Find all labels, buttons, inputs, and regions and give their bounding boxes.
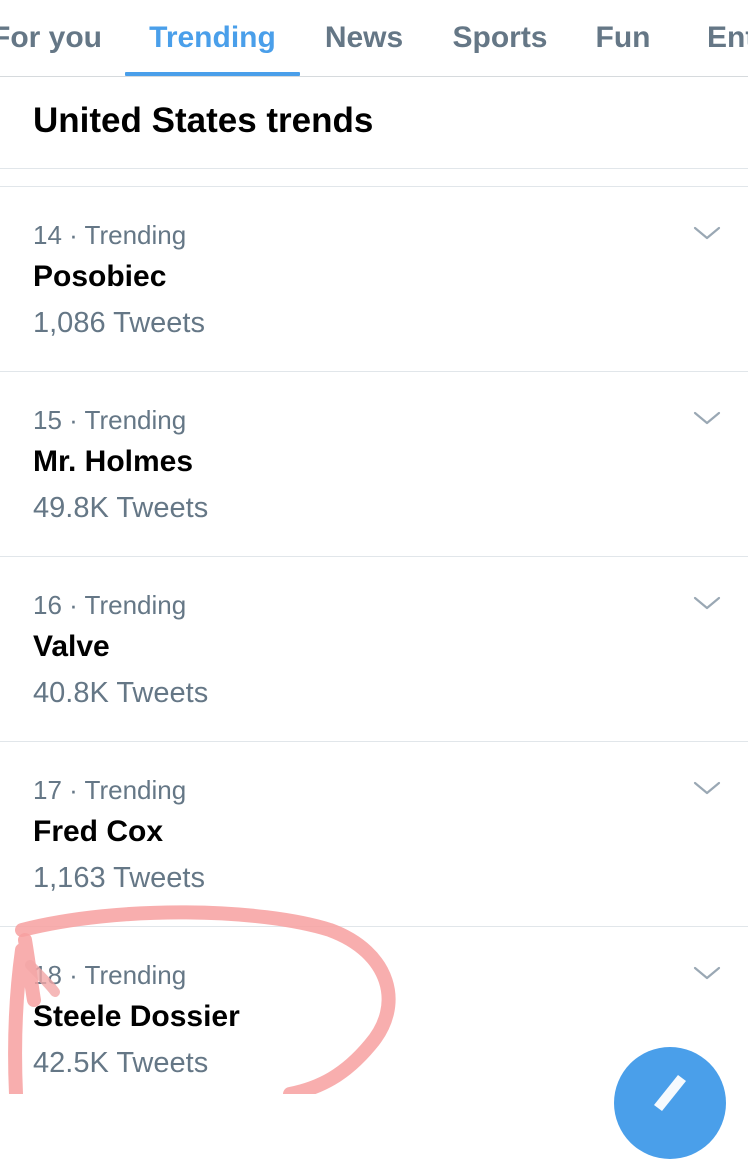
trend-rank-label: 18 · Trending <box>33 960 187 990</box>
trend-name: Valve <box>33 630 110 663</box>
chevron-down-icon[interactable] <box>692 408 722 428</box>
trend-tweet-count: 1,086 Tweets <box>33 307 205 339</box>
chevron-down-icon[interactable] <box>692 778 722 798</box>
trend-tweet-count: 42.5K Tweets <box>33 1047 209 1079</box>
chevron-down-icon[interactable] <box>692 223 722 243</box>
trend-name: Steele Dossier <box>33 1000 240 1033</box>
trend-name: Posobiec <box>33 260 167 293</box>
trend-name: Fred Cox <box>33 815 164 848</box>
chevron-down-icon[interactable] <box>692 593 722 613</box>
trend-item[interactable]: 17 · Trending Fred Cox 1,163 Tweets <box>0 742 748 927</box>
tab-news[interactable]: News <box>310 0 418 76</box>
explore-tab-bar: For you Trending News Sports Fun Ent <box>0 0 748 77</box>
trend-rank-label: 14 · Trending <box>33 220 187 250</box>
tab-entertainment[interactable]: Ent <box>700 0 748 76</box>
trend-item[interactable]: 15 · Trending Mr. Holmes 49.8K Tweets <box>0 372 748 557</box>
trend-tweet-count: 40.8K Tweets <box>33 677 209 709</box>
tab-fun[interactable]: Fun <box>582 0 664 76</box>
section-divider <box>0 169 748 187</box>
trend-rank-label: 15 · Trending <box>33 405 187 435</box>
chevron-down-icon[interactable] <box>692 963 722 983</box>
trend-rank-label: 17 · Trending <box>33 775 187 805</box>
trend-rank-label: 16 · Trending <box>33 590 187 620</box>
trend-tweet-count: 49.8K Tweets <box>33 492 209 524</box>
compose-tweet-button[interactable] <box>614 1047 726 1159</box>
section-title: United States trends <box>33 101 374 140</box>
trend-name: Mr. Holmes <box>33 445 194 478</box>
trend-tweet-count: 1,163 Tweets <box>33 862 205 894</box>
section-header: United States trends <box>0 77 748 169</box>
tab-trending[interactable]: Trending <box>125 0 300 76</box>
trend-item[interactable]: 16 · Trending Valve 40.8K Tweets <box>0 557 748 742</box>
tab-for-you[interactable]: For you <box>0 0 124 76</box>
compose-tweet-icon <box>654 1075 686 1111</box>
tab-sports[interactable]: Sports <box>438 0 562 76</box>
trend-item[interactable]: 14 · Trending Posobiec 1,086 Tweets <box>0 187 748 372</box>
